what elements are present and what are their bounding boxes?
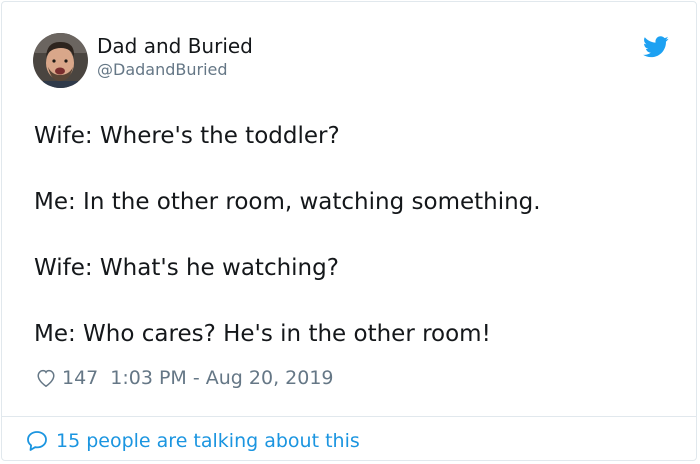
conversation-label[interactable]: 15 people are talking about this [56, 430, 360, 452]
tweet-text-line-3: Wife: What's he watching? [34, 255, 339, 281]
display-name[interactable]: Dad and Buried [97, 34, 253, 58]
tweet-meta: 147 1:03 PM - Aug 20, 2019 [35, 366, 334, 390]
tweet-text-line-1: Wife: Where's the toddler? [34, 123, 340, 149]
avatar[interactable] [33, 33, 88, 88]
avatar-image [33, 33, 88, 88]
tweet-text-line-2: Me: In the other room, watching somethin… [34, 189, 541, 215]
user-handle[interactable]: @DadandBuried [97, 60, 228, 79]
conversation-link[interactable]: 15 people are talking about this [25, 428, 360, 454]
heart-icon[interactable] [35, 367, 57, 389]
like-count[interactable]: 147 [62, 367, 98, 389]
tweet-card: Dad and Buried @DadandBuried Wife: Where… [1, 1, 697, 461]
tweet-text-line-4: Me: Who cares? He's in the other room! [34, 321, 491, 347]
twitter-bird-icon[interactable] [643, 36, 669, 58]
divider [2, 416, 696, 417]
tweet-timestamp[interactable]: 1:03 PM - Aug 20, 2019 [110, 367, 333, 389]
speech-bubble-icon [27, 431, 47, 451]
